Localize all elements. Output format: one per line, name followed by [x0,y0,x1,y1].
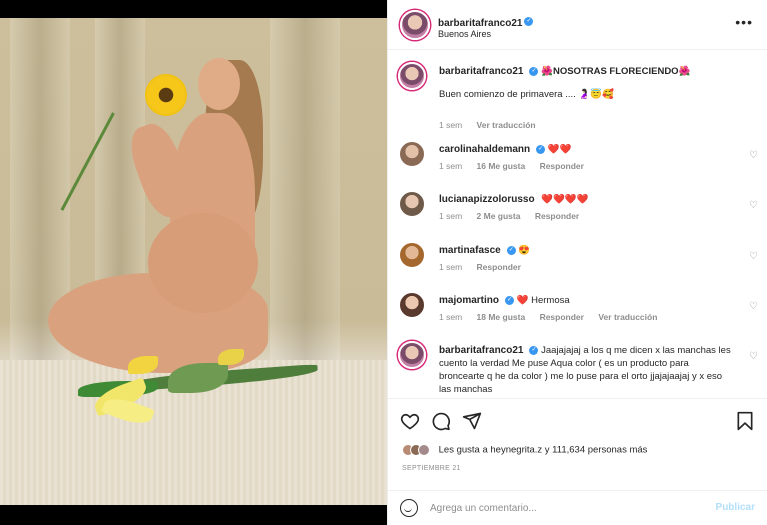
comment-text: 😍 [518,245,531,256]
author-avatar[interactable] [400,10,430,40]
comment-item: majomartino ✓ ❤️ Hermosa 1 sem 18 Me gust… [398,291,758,331]
verified-badge-icon: ✓ [529,66,539,76]
reply-button[interactable]: Responder [477,262,521,272]
liker-avatar [418,444,430,456]
comment-time[interactable]: 1 sem [439,161,462,171]
commenter-avatar[interactable] [398,190,426,218]
comments-list[interactable]: barbaritafranco21 ✓ 🌺NOSOTRAS FLORECIENDO… [388,52,767,398]
comment-time[interactable]: 1 sem [439,211,462,221]
reply-button[interactable]: Responder [535,211,579,221]
translate-button[interactable]: Ver traducción [477,120,536,130]
commenter-username[interactable]: lucianapizzolorusso [439,194,535,205]
post-media[interactable] [0,0,387,525]
verified-badge-icon: ✓ [529,345,539,355]
post-sidebar: barbaritafranco21 ✓ Buenos Aires ••• barb… [387,0,767,525]
comment-item: martinafasce ✓ 😍 1 sem Responder ♡ [398,241,758,281]
verified-badge-icon: ✓ [524,17,534,27]
commenter-username[interactable]: carolinahaldemann [439,144,530,155]
author-avatar[interactable] [398,341,426,369]
comment-like-heart-icon[interactable]: ♡ [749,251,758,262]
caption-text: Buen comienzo de primavera .... 🤰🏻😇🥰 [439,89,614,100]
comment-time[interactable]: 1 sem [439,262,462,272]
sunflower [147,76,185,114]
curtain-fold [270,18,340,373]
reply-button[interactable]: Responder [540,312,584,322]
comment-time[interactable]: 1 sem [439,312,462,322]
comment-likes[interactable]: 18 Me gusta [477,312,526,322]
post-header: barbaritafranco21 ✓ Buenos Aires ••• [388,0,767,50]
comment-text: ❤️ Hermosa [516,295,570,306]
author-username[interactable]: barbaritafranco21 [438,18,522,29]
post-photo[interactable] [0,18,387,505]
verified-badge-icon: ✓ [505,295,515,305]
commenter-username[interactable]: martinafasce [439,245,501,256]
verified-badge-icon: ✓ [536,144,546,154]
lily-bouquet [78,349,338,429]
commenter-avatar[interactable] [398,140,426,168]
bookmark-icon[interactable] [735,411,755,431]
comment-like-heart-icon[interactable]: ♡ [749,150,758,161]
comment-likes[interactable]: 2 Me gusta [477,211,521,221]
comment-likes[interactable]: 16 Me gusta [477,161,526,171]
comment-text: ❤️❤️ [547,144,572,155]
more-options-icon[interactable]: ••• [735,14,753,30]
likes-text[interactable]: Les gusta a heynegrita.z y 111,634 perso… [439,445,648,456]
caption-meta: 1 sem Ver traducción [439,120,548,130]
head [198,58,240,110]
post-location[interactable]: Buenos Aires [438,29,491,39]
commenter-avatar[interactable] [398,241,426,269]
comment-item: barbaritafranco21 ✓ Jaajajajaj a los q me… [398,341,758,398]
heart-icon[interactable] [400,411,420,431]
author-avatar[interactable] [398,62,426,90]
caption-time[interactable]: 1 sem [439,120,462,130]
comment-like-heart-icon[interactable]: ♡ [749,301,758,312]
comment-composer: Publicar [388,490,767,525]
comment-like-heart-icon[interactable]: ♡ [749,351,758,362]
post-actions: Les gusta a heynegrita.z y 111,634 perso… [388,398,767,498]
caption-title: 🌺NOSOTRAS FLORECIENDO🌺 [541,66,691,77]
comment-text: ❤️❤️❤️❤️ [541,194,589,205]
post-date[interactable]: SEPTIEMBRE 21 [402,465,461,472]
comment-input[interactable] [430,499,680,517]
translate-button[interactable]: Ver traducción [598,312,657,322]
smile-icon[interactable] [400,499,418,517]
commenter-username[interactable]: barbaritafranco21 [439,345,523,356]
verified-badge-icon: ✓ [506,245,516,255]
commenter-username[interactable]: majomartino [439,295,499,306]
comment-like-heart-icon[interactable]: ♡ [749,200,758,211]
comment-icon[interactable] [431,411,451,431]
send-icon[interactable] [462,411,482,431]
reply-button[interactable]: Responder [540,161,584,171]
commenter-avatar[interactable] [398,291,426,319]
caption-username[interactable]: barbaritafranco21 [439,66,523,77]
caption: barbaritafranco21 ✓ 🌺NOSOTRAS FLORECIENDO… [398,62,758,132]
belly [148,213,258,313]
publish-button[interactable]: Publicar [716,502,755,513]
comment-item: carolinahaldemann ✓ ❤️❤️ 1 sem 16 Me gust… [398,140,758,180]
likes-summary[interactable]: Les gusta a heynegrita.z y 111,634 perso… [402,444,647,456]
comment-item: lucianapizzolorusso ❤️❤️❤️❤️ 1 sem 2 Me … [398,190,758,230]
